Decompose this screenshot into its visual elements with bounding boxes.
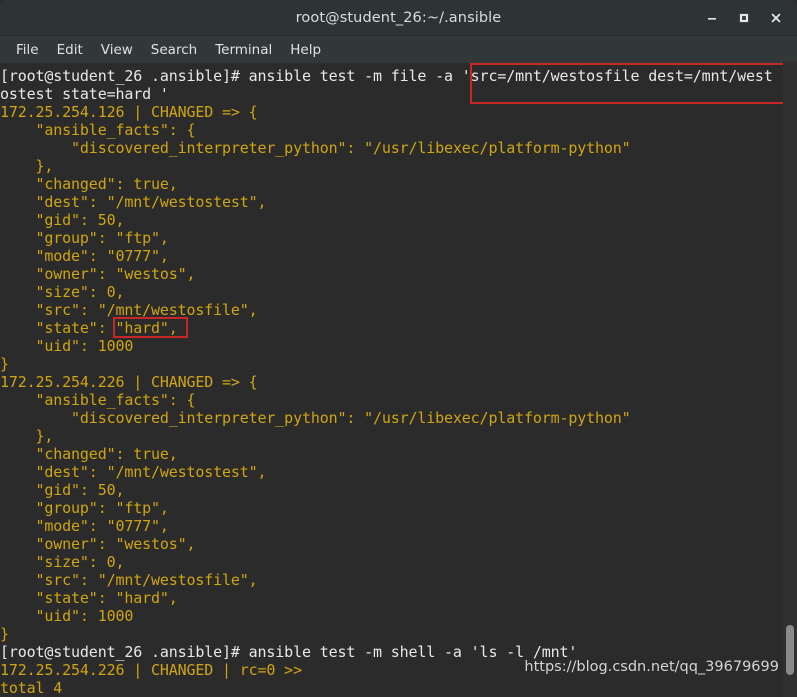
terminal-line: "state": "hard", <box>0 589 178 607</box>
terminal-line: "changed": true, <box>0 175 178 193</box>
menu-item-help[interactable]: Help <box>282 39 329 61</box>
terminal-line: "src": "/mnt/westosfile", <box>0 301 258 319</box>
menu-item-terminal[interactable]: Terminal <box>207 39 280 61</box>
scrollbar[interactable] <box>783 62 797 697</box>
terminal-line: total 4 <box>0 679 63 697</box>
terminal-line: "state": "hard", <box>0 319 178 337</box>
minimize-icon <box>708 17 716 20</box>
menu-item-file[interactable]: File <box>8 39 47 61</box>
terminal-line: "group": "ftp", <box>0 499 169 517</box>
window-controls <box>697 0 791 35</box>
terminal-line: "discovered_interpreter_python": "/usr/l… <box>0 139 631 157</box>
menu-item-edit[interactable]: Edit <box>49 39 91 61</box>
terminal-line: "uid": 1000 <box>0 337 134 355</box>
terminal-line: "size": 0, <box>0 553 125 571</box>
menu-item-search[interactable]: Search <box>143 39 205 61</box>
terminal-line: "discovered_interpreter_python": "/usr/l… <box>0 409 631 427</box>
terminal-line: "group": "ftp", <box>0 229 169 247</box>
terminal-line: "ansible_facts": { <box>0 121 196 139</box>
terminal-line: "changed": true, <box>0 445 178 463</box>
maximize-icon <box>739 13 749 22</box>
terminal-line: 172.25.254.226 | CHANGED => { <box>0 373 258 391</box>
window-title: root@student_26:~/.ansible <box>295 9 502 26</box>
close-icon <box>771 13 781 22</box>
close-button[interactable] <box>761 4 791 32</box>
terminal-line: } <box>0 355 9 373</box>
terminal-line: 172.25.254.126 | CHANGED => { <box>0 103 258 121</box>
terminal-line: "ansible_facts": { <box>0 391 196 409</box>
terminal-line: }, <box>0 427 54 445</box>
terminal-line: [root@student_26 .ansible]# ansible test… <box>0 67 773 85</box>
watermark: https://blog.csdn.net/qq_39679699 <box>524 659 779 675</box>
title-bar: root@student_26:~/.ansible <box>0 0 797 36</box>
terminal-line: "owner": "westos", <box>0 535 196 553</box>
terminal-line: "dest": "/mnt/westostest", <box>0 193 267 211</box>
terminal-output: [root@student_26 .ansible]# ansible test… <box>0 67 780 697</box>
terminal-line: "mode": "0777", <box>0 247 169 265</box>
terminal-line: "gid": 50, <box>0 211 125 229</box>
terminal-line: }, <box>0 157 54 175</box>
terminal-line: } <box>0 625 9 643</box>
terminal-line: "dest": "/mnt/westostest", <box>0 463 267 481</box>
minimize-button[interactable] <box>697 4 727 32</box>
scrollbar-thumb[interactable] <box>786 625 794 675</box>
menu-item-view[interactable]: View <box>93 39 141 61</box>
terminal-line: ostest state=hard ' <box>0 85 169 103</box>
terminal-content[interactable]: [root@student_26 .ansible]# ansible test… <box>0 64 797 697</box>
terminal-window: root@student_26:~/.ansible File Edit Vie… <box>0 0 797 697</box>
terminal-line: "size": 0, <box>0 283 125 301</box>
terminal-line: "uid": 1000 <box>0 607 134 625</box>
terminal-line: "src": "/mnt/westosfile", <box>0 571 258 589</box>
menu-bar: File Edit View Search Terminal Help <box>0 36 797 64</box>
terminal-line: "owner": "westos", <box>0 265 196 283</box>
maximize-button[interactable] <box>729 4 759 32</box>
terminal-line: "mode": "0777", <box>0 517 169 535</box>
terminal-line: "gid": 50, <box>0 481 125 499</box>
